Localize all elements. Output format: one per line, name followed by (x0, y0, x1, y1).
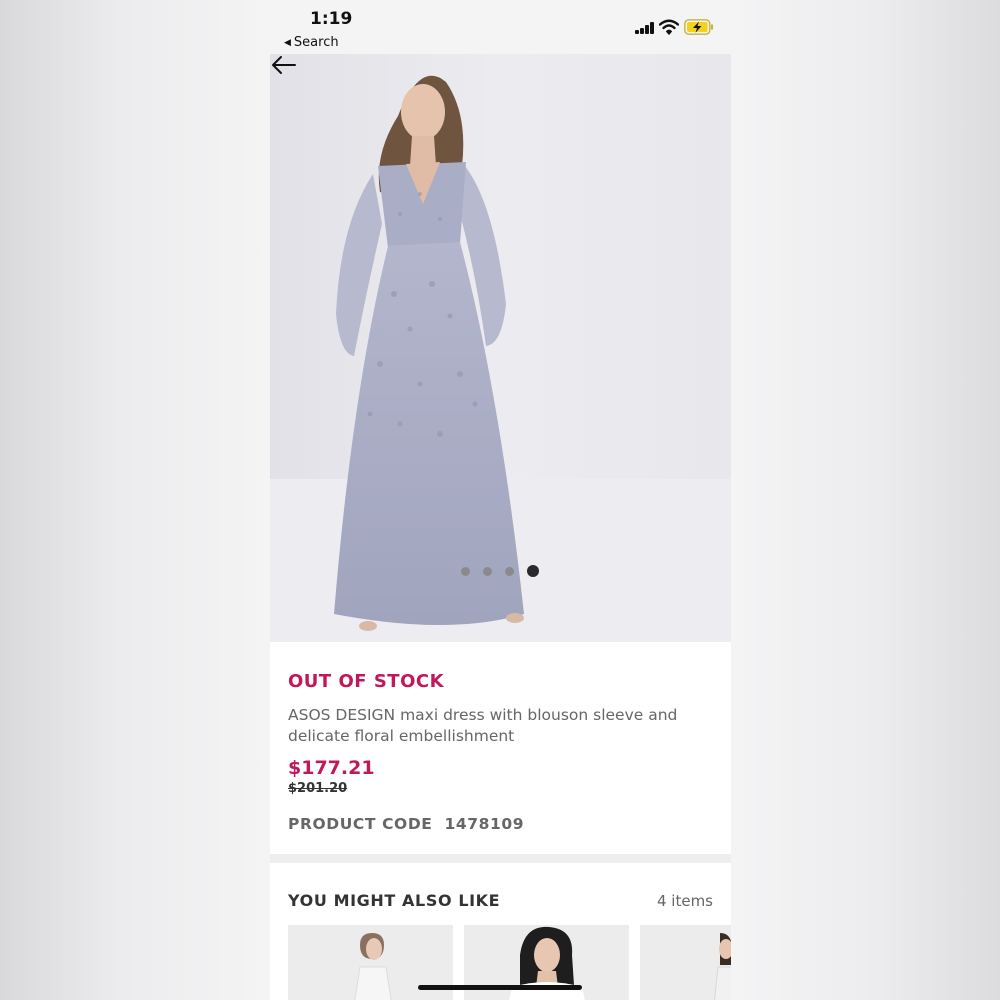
product-image-carousel[interactable] (270, 54, 731, 642)
product-code-value: 1478109 (444, 815, 525, 833)
carousel-dot-active[interactable] (527, 565, 539, 577)
product-code: PRODUCT CODE 1478109 (288, 815, 524, 833)
back-arrow-icon[interactable] (270, 54, 298, 76)
status-bar: 1:19 ◀ Search (270, 0, 731, 54)
back-triangle-icon: ◀ (284, 38, 291, 48)
product-info-panel: OUT OF STOCK ASOS DESIGN maxi dress with… (270, 642, 731, 854)
current-price: $177.21 (288, 757, 375, 779)
recommendations-count: 4 items (656, 892, 713, 910)
wifi-icon (659, 19, 679, 35)
original-price: $201.20 (288, 781, 348, 796)
battery-charging-icon (684, 19, 713, 35)
product-code-label: PRODUCT CODE (288, 815, 433, 833)
recommendations-title: YOU MIGHT ALSO LIKE (288, 891, 501, 910)
recommended-product-image (640, 925, 731, 1000)
home-indicator[interactable] (418, 985, 582, 990)
recommended-product-card[interactable] (640, 925, 731, 1000)
phone-screen: 1:19 ◀ Search OUT OF STOCK ASOS DESIGN m… (270, 0, 731, 1000)
carousel-dot[interactable] (505, 567, 514, 576)
back-to-app-link[interactable]: ◀ Search (284, 35, 339, 50)
product-name: ASOS DESIGN maxi dress with blouson slee… (288, 706, 678, 745)
cellular-signal-icon (635, 22, 657, 34)
recommendations-section: YOU MIGHT ALSO LIKE 4 items (270, 863, 731, 1000)
product-photo (270, 54, 731, 642)
back-to-app-label: Search (293, 35, 339, 50)
status-time: 1:19 (310, 9, 353, 29)
carousel-dot[interactable] (461, 567, 470, 576)
carousel-dot[interactable] (483, 567, 492, 576)
stock-status-label: OUT OF STOCK (288, 671, 445, 692)
